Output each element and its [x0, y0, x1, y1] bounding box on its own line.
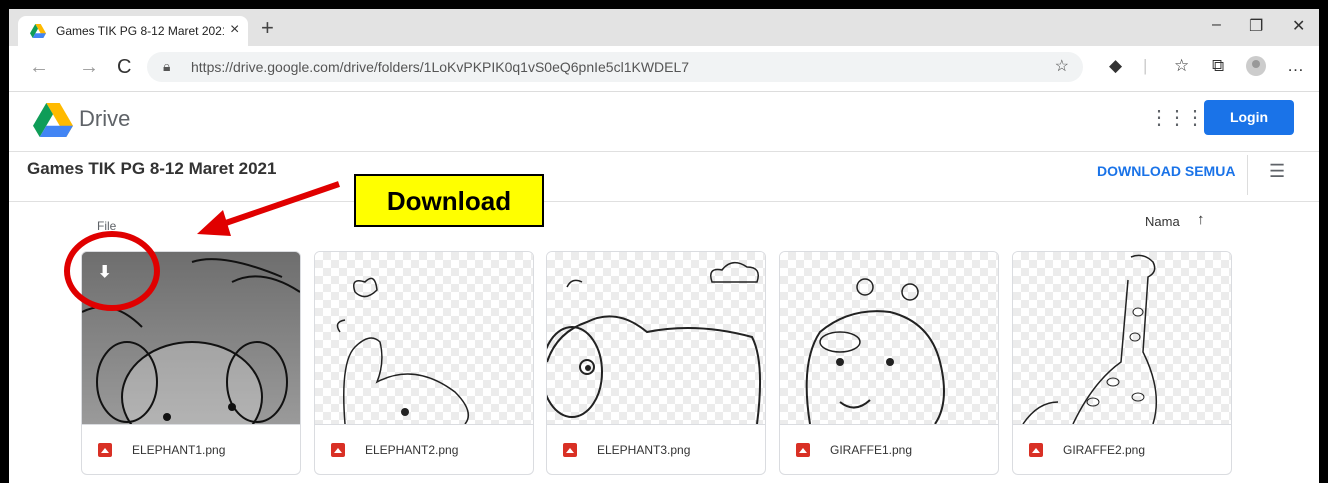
profile-avatar-icon[interactable] — [1246, 56, 1266, 81]
sort-by-name-button[interactable]: Nama — [1145, 214, 1180, 229]
lock-icon: 🔒︎ — [163, 58, 171, 74]
callout-arrow-icon — [197, 181, 340, 236]
back-button[interactable]: ← — [29, 56, 49, 79]
google-drive-logo-icon — [33, 103, 73, 137]
image-file-icon — [98, 443, 112, 457]
toolbar-divider: | — [1143, 56, 1148, 75]
file-name: ELEPHANT1.png — [132, 443, 226, 457]
download-callout-label: Download — [354, 174, 544, 227]
file-name: ELEPHANT3.png — [597, 443, 691, 457]
file-thumbnail — [1013, 252, 1231, 424]
address-bar-row: ← → C 🔒︎ https://drive.google.com/drive/… — [9, 46, 1319, 92]
tab-bar: Games TIK PG 8-12 Maret 2021 - × + – ❐ ✕ — [9, 9, 1319, 46]
file-card[interactable]: GIRAFFE1.png — [779, 251, 999, 475]
login-button[interactable]: Login — [1204, 100, 1294, 135]
file-info: ELEPHANT1.png — [82, 424, 300, 474]
file-card[interactable]: ELEPHANT3.png — [546, 251, 766, 475]
file-thumbnail — [315, 252, 533, 424]
drive-header: Drive ⋮⋮⋮ Login — [9, 91, 1319, 152]
file-card[interactable]: GIRAFFE2.png — [1012, 251, 1232, 475]
favorites-icon[interactable]: ☆ — [1174, 56, 1189, 76]
file-info: GIRAFFE2.png — [1013, 424, 1231, 474]
image-file-icon — [331, 443, 345, 457]
image-file-icon — [796, 443, 810, 457]
image-file-icon — [563, 443, 577, 457]
file-name: ELEPHANT2.png — [365, 443, 459, 457]
restore-button[interactable]: ❐ — [1249, 16, 1263, 36]
forward-button[interactable]: → — [79, 56, 99, 79]
tab-close-icon[interactable]: × — [230, 21, 239, 39]
new-tab-button[interactable]: + — [261, 15, 274, 41]
file-info: ELEPHANT2.png — [315, 424, 533, 474]
file-name: GIRAFFE1.png — [830, 443, 913, 457]
more-menu-icon[interactable]: … — [1287, 56, 1304, 76]
apps-grid-icon[interactable]: ⋮⋮⋮ — [1149, 105, 1205, 130]
browser-window: Games TIK PG 8-12 Maret 2021 - × + – ❐ ✕… — [9, 9, 1319, 483]
close-window-button[interactable]: ✕ — [1292, 16, 1305, 36]
minimize-button[interactable]: – — [1212, 16, 1221, 34]
url-text: https://drive.google.com/drive/folders/1… — [191, 59, 690, 75]
file-info: GIRAFFE1.png — [780, 424, 998, 474]
google-drive-favicon-icon — [30, 24, 46, 38]
reload-button[interactable]: C — [117, 56, 131, 79]
extension-icon[interactable]: ◆ — [1109, 56, 1122, 76]
address-bar[interactable]: 🔒︎ https://drive.google.com/drive/folder… — [147, 52, 1083, 82]
header-divider — [1247, 155, 1248, 195]
file-info: ELEPHANT3.png — [547, 424, 765, 474]
tab-title: Games TIK PG 8-12 Maret 2021 - — [56, 24, 224, 38]
highlight-circle — [64, 231, 160, 311]
favorite-star-icon[interactable]: ☆ — [1055, 56, 1069, 76]
file-card[interactable]: ELEPHANT2.png — [314, 251, 534, 475]
download-all-button[interactable]: DOWNLOAD SEMUA — [1097, 163, 1235, 179]
file-thumbnail — [547, 252, 765, 424]
sort-direction-icon[interactable]: ↑ — [1197, 211, 1205, 228]
list-view-icon[interactable]: ☰ — [1269, 161, 1285, 182]
file-thumbnail — [780, 252, 998, 424]
file-name: GIRAFFE2.png — [1063, 443, 1146, 457]
browser-tab[interactable]: Games TIK PG 8-12 Maret 2021 - × — [18, 16, 248, 46]
image-file-icon — [1029, 443, 1043, 457]
drive-app-name: Drive — [79, 106, 131, 131]
collections-icon[interactable]: ⧉ — [1212, 56, 1224, 76]
